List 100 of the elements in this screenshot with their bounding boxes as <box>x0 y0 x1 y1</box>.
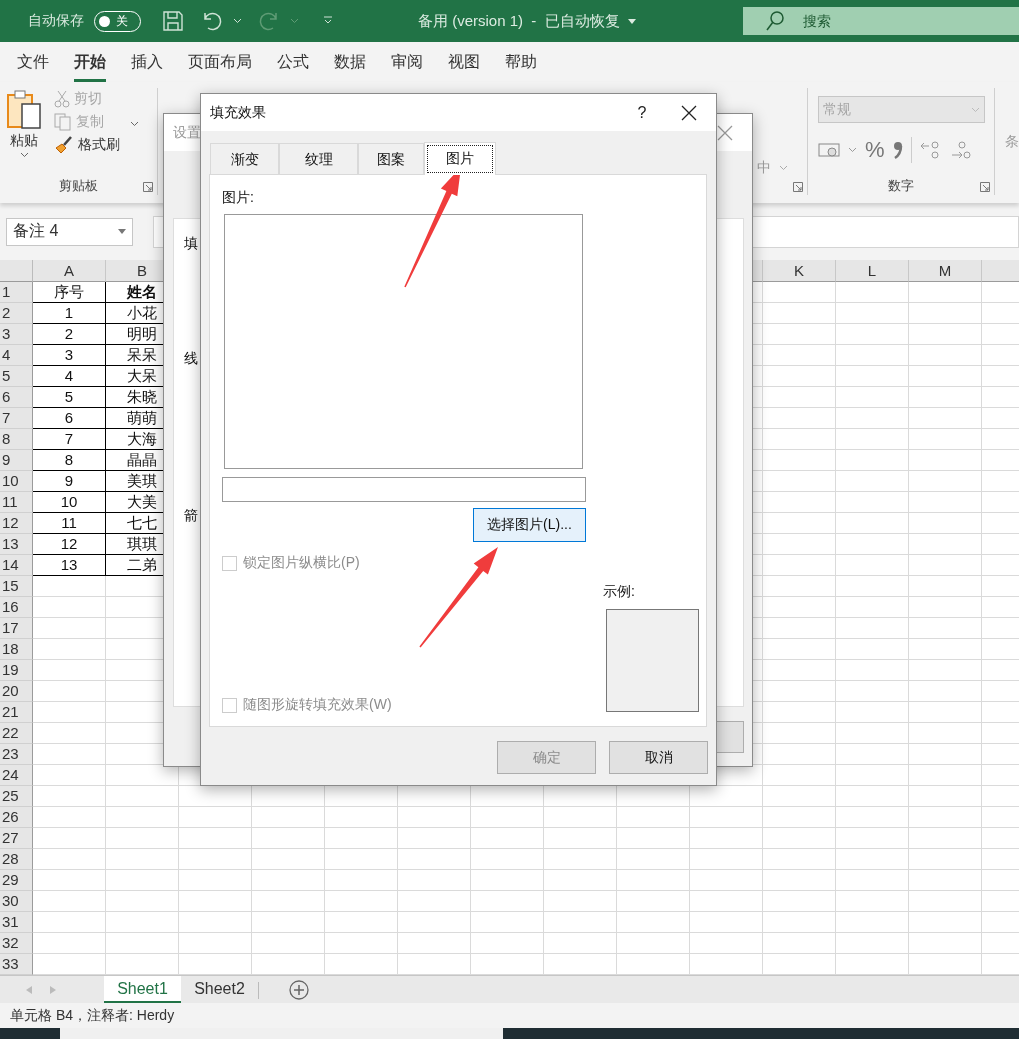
dialog-tab[interactable]: 图案 <box>358 143 424 174</box>
accounting-icon[interactable] <box>818 141 840 159</box>
ribbon-text: 中 <box>757 158 771 177</box>
row-header[interactable]: 20 <box>0 681 33 702</box>
menu-tab[interactable]: 数据 <box>334 42 366 82</box>
row-header[interactable]: 33 <box>0 954 33 975</box>
row-header[interactable]: 9 <box>0 450 33 471</box>
select-all-corner[interactable] <box>0 260 33 282</box>
menu-tab[interactable]: 插入 <box>131 42 163 82</box>
row-header[interactable]: 22 <box>0 723 33 744</box>
table-cell: 11 <box>33 513 106 534</box>
paintbrush-icon <box>54 136 74 154</box>
paste-button[interactable]: 粘贴 <box>0 88 48 160</box>
row-header[interactable]: 12 <box>0 513 33 534</box>
row-header[interactable]: 3 <box>0 324 33 345</box>
undo-icon[interactable] <box>201 11 223 31</box>
row-header[interactable]: 26 <box>0 807 33 828</box>
row-header[interactable]: 27 <box>0 828 33 849</box>
column-header[interactable]: A <box>33 260 106 282</box>
row-header[interactable]: 2 <box>0 303 33 324</box>
group-label: 数字 <box>888 177 914 195</box>
table-cell: 序号 <box>33 282 106 303</box>
caret-icon <box>130 121 139 127</box>
row-header[interactable]: 11 <box>0 492 33 513</box>
dialog-launcher-icon[interactable] <box>793 182 803 192</box>
menu-tab[interactable]: 帮助 <box>505 42 537 82</box>
row-header[interactable]: 16 <box>0 597 33 618</box>
search-field[interactable]: 搜索 <box>743 7 1019 35</box>
table-cell: 6 <box>33 408 106 429</box>
table-cell: 13 <box>33 555 106 576</box>
menu-tab[interactable]: 文件 <box>17 42 49 82</box>
menu-tab[interactable]: 公式 <box>277 42 309 82</box>
field-label: 示例: <box>603 583 636 601</box>
sheet-tab[interactable]: Sheet2 <box>181 976 258 1003</box>
row-header[interactable]: 8 <box>0 429 33 450</box>
row-header[interactable]: 14 <box>0 555 33 576</box>
row-header[interactable]: 32 <box>0 933 33 954</box>
menu-tab[interactable]: 视图 <box>448 42 480 82</box>
file-name-field[interactable] <box>222 477 586 502</box>
row-header[interactable]: 18 <box>0 639 33 660</box>
dialog-tab[interactable]: 渐变 <box>210 143 279 174</box>
row-header[interactable]: 1 <box>0 282 33 303</box>
close-icon <box>681 104 697 121</box>
row-header[interactable]: 6 <box>0 387 33 408</box>
row-header[interactable]: 10 <box>0 471 33 492</box>
section-label: 线 <box>184 350 199 368</box>
name-box[interactable]: 备注 4 <box>6 217 133 246</box>
field-label: 图片: <box>222 189 255 207</box>
select-picture-button[interactable]: 选择图片(L)... <box>473 508 586 542</box>
table-cell: 4 <box>33 366 106 387</box>
dialog-tab[interactable]: 图片 <box>424 142 496 175</box>
row-header[interactable]: 28 <box>0 849 33 870</box>
decrease-decimal-icon[interactable] <box>949 140 972 160</box>
autosave-label: 自动保存 <box>28 12 84 30</box>
row-header[interactable]: 15 <box>0 576 33 597</box>
dialog-launcher-icon[interactable] <box>980 182 990 192</box>
row-header[interactable]: 29 <box>0 870 33 891</box>
sheet-tab[interactable]: Sheet1 <box>104 976 181 1003</box>
row-header[interactable]: 25 <box>0 786 33 807</box>
close-icon <box>717 124 733 141</box>
ribbon-button[interactable]: 格式刷 <box>54 136 139 154</box>
row-header[interactable]: 21 <box>0 702 33 723</box>
save-icon[interactable] <box>163 11 183 31</box>
row-header[interactable]: 7 <box>0 408 33 429</box>
row-header[interactable]: 17 <box>0 618 33 639</box>
column-header[interactable]: L <box>836 260 909 282</box>
dialog-button[interactable]: 取消 <box>609 741 708 774</box>
row-header[interactable]: 19 <box>0 660 33 681</box>
dialog-tab[interactable]: 纹理 <box>279 143 358 174</box>
column-header[interactable]: K <box>763 260 836 282</box>
window-title: 备用 (version 1) - 已自动恢复 <box>418 11 620 31</box>
comma-style-icon[interactable] <box>892 140 903 160</box>
row-header[interactable]: 24 <box>0 765 33 786</box>
dialog-button[interactable] <box>716 721 744 753</box>
section-label: 箭 <box>184 507 199 525</box>
caret-icon <box>290 18 299 24</box>
row-header[interactable]: 13 <box>0 534 33 555</box>
row-header[interactable]: 31 <box>0 912 33 933</box>
increase-decimal-icon[interactable] <box>919 140 942 160</box>
customize-icon[interactable] <box>323 16 333 26</box>
menu-tab[interactable]: 审阅 <box>391 42 423 82</box>
table-cell: 2 <box>33 324 106 345</box>
percent-button[interactable]: % <box>865 137 885 163</box>
caret-icon <box>19 152 29 158</box>
ribbon-text: 条 <box>1005 133 1019 149</box>
previous-sheet-icon[interactable] <box>26 985 32 994</box>
next-sheet-icon[interactable] <box>50 985 56 994</box>
caret-icon <box>848 147 857 153</box>
menu-tab[interactable]: 页面布局 <box>188 42 252 82</box>
row-header[interactable]: 4 <box>0 345 33 366</box>
caret-icon <box>779 164 788 171</box>
dialog-launcher-icon[interactable] <box>143 182 153 192</box>
caret-icon <box>971 106 980 113</box>
redo-icon[interactable] <box>258 11 280 31</box>
row-header[interactable]: 30 <box>0 891 33 912</box>
help-button[interactable]: ? <box>622 102 662 123</box>
column-header[interactable]: M <box>909 260 982 282</box>
row-header[interactable]: 5 <box>0 366 33 387</box>
row-header[interactable]: 23 <box>0 744 33 765</box>
search-icon <box>766 11 784 31</box>
